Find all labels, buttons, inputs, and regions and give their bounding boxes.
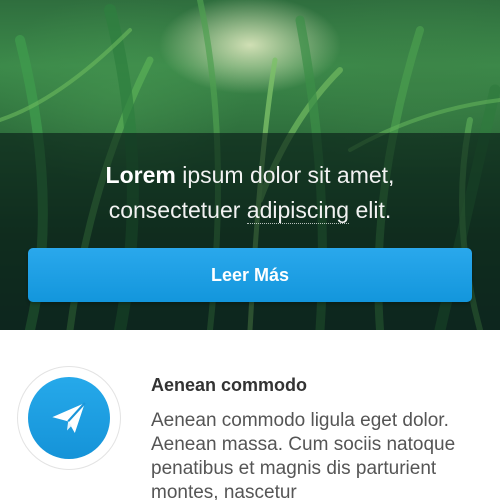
- hero-headline-abbr: adipiscing: [246, 197, 350, 224]
- feature-description: Aenean commodo ligula eget dolor. Aenean…: [151, 410, 456, 500]
- hero-banner: Lorem ipsum dolor sit amet, consectetuer …: [0, 0, 500, 330]
- hero-headline-line2-end: elit.: [349, 197, 392, 223]
- hero-headline-line2-start: consectetuer: [108, 197, 247, 223]
- read-more-button[interactable]: Leer Más: [28, 248, 472, 302]
- hero-headline-strong: Lorem: [105, 162, 176, 188]
- hero-headline-line1-rest: ipsum dolor sit amet,: [175, 162, 395, 188]
- hero-headline: Lorem ipsum dolor sit amet, consectetuer …: [0, 158, 500, 228]
- feature-icon-ring: [17, 366, 121, 470]
- feature-title: Aenean commodo: [151, 375, 308, 395]
- feature-icon-circle: [28, 377, 110, 459]
- paper-plane-icon: [52, 402, 86, 433]
